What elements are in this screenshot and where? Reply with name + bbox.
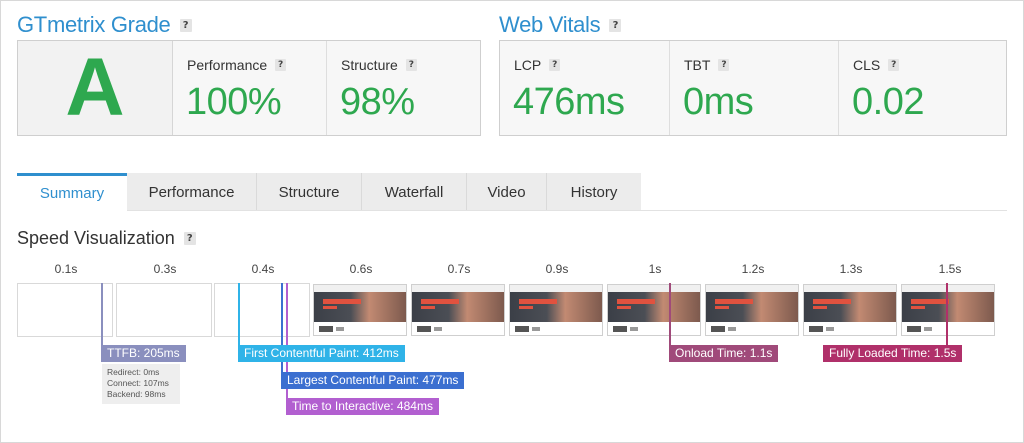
vitals-card: LCP ? 476ms TBT ? 0ms CLS ? 0.02 [499, 40, 1007, 136]
time-label: 0.4s [251, 262, 275, 276]
tbt-metric: TBT ? 0ms [670, 41, 839, 135]
tab-summary[interactable]: Summary [17, 173, 127, 211]
time-label: 1s [648, 262, 662, 276]
performance-label: Performance [187, 57, 268, 73]
tbt-help-icon[interactable]: ? [718, 59, 730, 71]
speed-title-text: Speed Visualization [17, 228, 175, 248]
performance-metric: Performance ? 100% [173, 41, 327, 135]
tab-performance[interactable]: Performance [127, 173, 257, 211]
ttfb-backend: Backend: 98ms [107, 389, 166, 399]
time-label: 0.3s [153, 262, 177, 276]
tabs-divider [127, 210, 1007, 211]
tbt-value: 0ms [683, 81, 754, 123]
tbt-label-wrap: TBT ? [684, 57, 730, 73]
web-vitals-title: Web Vitals ? [499, 12, 622, 38]
fully-loaded-marker[interactable]: Fully Loaded Time: 1.5s [823, 345, 963, 362]
fcp-marker[interactable]: First Contentful Paint: 412ms [238, 345, 405, 362]
speed-visualization-title: Speed Visualization ? [17, 228, 196, 249]
performance-value: 100% [186, 81, 282, 123]
structure-label: Structure [341, 57, 398, 73]
time-label: 0.9s [545, 262, 569, 276]
filmstrip-thumbnail[interactable] [313, 284, 407, 336]
cls-metric: CLS ? 0.02 [839, 41, 1006, 135]
cls-value: 0.02 [852, 81, 924, 123]
grade-card: A Performance ? 100% Structure ? 98% [17, 40, 481, 136]
tti-marker[interactable]: Time to Interactive: 484ms [286, 398, 439, 415]
structure-label-wrap: Structure ? [341, 57, 417, 73]
time-label: 0.6s [349, 262, 373, 276]
cls-label-wrap: CLS ? [853, 57, 900, 73]
ttfb-redirect: Redirect: 0ms [107, 367, 160, 377]
vitals-help-icon[interactable]: ? [609, 18, 622, 32]
vitals-title-text: Web Vitals [499, 12, 601, 37]
time-label: 1.5s [938, 262, 962, 276]
time-label: 0.7s [447, 262, 471, 276]
gtmetrix-grade-title: GTmetrix Grade ? [17, 12, 192, 38]
tab-structure[interactable]: Structure [257, 173, 362, 211]
onload-marker[interactable]: Onload Time: 1.1s [669, 345, 779, 362]
lcp-label-wrap: LCP ? [514, 57, 561, 73]
cls-label: CLS [853, 57, 881, 73]
lcp-help-icon[interactable]: ? [549, 59, 561, 71]
tab-history[interactable]: History [547, 173, 641, 211]
lcp-line [281, 283, 283, 381]
report-tabs: Summary Performance Structure Waterfall … [17, 173, 641, 211]
ttfb-marker[interactable]: TTFB: 205ms [101, 345, 186, 362]
filmstrip-frame-blank [116, 283, 212, 337]
lcp-marker[interactable]: Largest Contentful Paint: 477ms [281, 372, 465, 389]
performance-help-icon[interactable]: ? [275, 59, 287, 71]
structure-metric: Structure ? 98% [327, 41, 480, 135]
filmstrip-frame-blank [214, 283, 310, 337]
filmstrip-thumbnail[interactable] [509, 284, 603, 336]
tbt-label: TBT [684, 57, 711, 73]
ttfb-detail-box: Redirect: 0ms Connect: 107ms Backend: 98… [102, 364, 180, 404]
grade-help-icon[interactable]: ? [179, 18, 192, 32]
time-label: 0.1s [54, 262, 78, 276]
tab-waterfall[interactable]: Waterfall [362, 173, 467, 211]
lcp-metric: LCP ? 476ms [500, 41, 670, 135]
lcp-value: 476ms [513, 81, 625, 123]
filmstrip-thumbnail[interactable] [607, 284, 701, 336]
filmstrip-thumbnail[interactable] [803, 284, 897, 336]
fcp-line [238, 283, 240, 353]
performance-label-wrap: Performance ? [187, 57, 287, 73]
ttfb-connect: Connect: 107ms [107, 378, 169, 388]
filmstrip-thumbnail[interactable] [705, 284, 799, 336]
structure-value: 98% [340, 81, 415, 123]
grade-title-text: GTmetrix Grade [17, 12, 171, 37]
ttfb-line [101, 283, 103, 353]
filmstrip-thumbnail[interactable] [411, 284, 505, 336]
fully-loaded-line [946, 283, 948, 353]
grade-letter: A [65, 42, 125, 133]
tab-video[interactable]: Video [467, 173, 547, 211]
filmstrip-thumbnail[interactable] [901, 284, 995, 336]
time-label: 1.3s [839, 262, 863, 276]
grade-letter-box: A [18, 41, 173, 135]
structure-help-icon[interactable]: ? [405, 59, 417, 71]
lcp-label: LCP [514, 57, 542, 73]
cls-help-icon[interactable]: ? [888, 59, 900, 71]
time-label: 1.2s [741, 262, 765, 276]
speed-help-icon[interactable]: ? [183, 232, 196, 245]
filmstrip-frame-blank [17, 283, 113, 337]
onload-line [669, 283, 671, 353]
